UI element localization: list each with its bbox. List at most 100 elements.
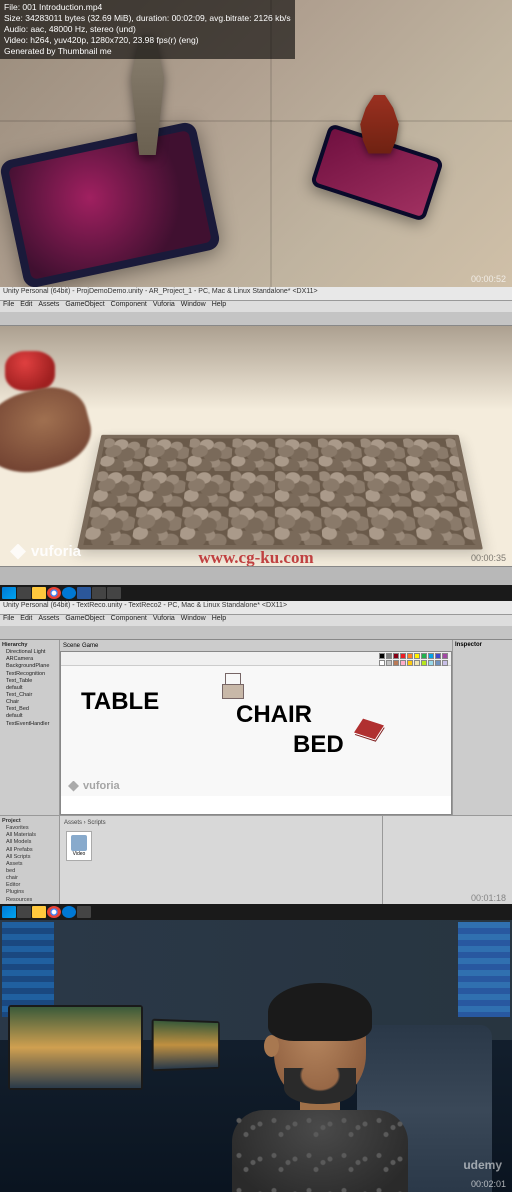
menu-edit[interactable]: Edit xyxy=(20,301,32,312)
project-item[interactable]: All Prefabs xyxy=(2,847,57,854)
hierarchy-item[interactable]: Chair xyxy=(2,699,57,706)
explorer-icon[interactable] xyxy=(32,906,46,918)
menu-assets[interactable]: Assets xyxy=(38,301,59,312)
vuforia-icon xyxy=(10,544,26,560)
windows-taskbar[interactable] xyxy=(0,585,512,601)
paint-canvas: TABLE CHAIR BED vuforia xyxy=(61,666,451,796)
color-swatch[interactable] xyxy=(379,653,385,659)
menu-edit[interactable]: Edit xyxy=(20,615,32,626)
windows-taskbar[interactable] xyxy=(0,904,512,920)
scene-area: Scene Game TABLE CHAIR BED xyxy=(60,640,452,815)
color-swatch[interactable] xyxy=(421,653,427,659)
menu-file[interactable]: File xyxy=(3,615,14,626)
unity-toolbar[interactable] xyxy=(0,312,512,326)
video-frame-3: Unity Personal (64bit) - TextReco.unity … xyxy=(0,585,512,904)
project-item[interactable]: All Scripts xyxy=(2,854,57,861)
menu-help[interactable]: Help xyxy=(212,615,226,626)
tablet-device xyxy=(0,121,221,287)
unity-statusbar xyxy=(0,566,512,585)
unity-toolbar[interactable] xyxy=(0,626,512,640)
project-item[interactable]: All Materials xyxy=(2,832,57,839)
hierarchy-item[interactable]: ARCamera xyxy=(2,656,57,663)
color-palette[interactable] xyxy=(379,653,448,664)
hierarchy-item[interactable]: TextRecognition xyxy=(2,671,57,678)
menu-window[interactable]: Window xyxy=(181,301,206,312)
asset-item[interactable]: Video xyxy=(66,831,92,861)
color-swatch[interactable] xyxy=(428,653,434,659)
search-icon[interactable] xyxy=(17,587,31,599)
menu-vuforia[interactable]: Vuforia xyxy=(153,301,175,312)
color-swatch[interactable] xyxy=(407,653,413,659)
hierarchy-panel[interactable]: Hierarchy Directional Light ARCamera Bac… xyxy=(0,640,60,815)
text-table: TABLE xyxy=(81,688,159,716)
color-swatch[interactable] xyxy=(393,653,399,659)
tab-scene[interactable]: Scene xyxy=(63,643,80,649)
menu-component[interactable]: Component xyxy=(111,301,147,312)
vuforia-logo: vuforia xyxy=(10,543,81,560)
project-item[interactable]: Favorites xyxy=(2,825,57,832)
color-swatch[interactable] xyxy=(435,653,441,659)
ar-bed-model xyxy=(354,719,384,740)
hierarchy-item[interactable]: Text_Table xyxy=(2,678,57,685)
metadata-generated: Generated by Thumbnail me xyxy=(4,46,291,57)
edge-icon[interactable] xyxy=(62,906,76,918)
tab-game[interactable]: Game xyxy=(82,643,98,649)
project-item[interactable]: All Models xyxy=(2,839,57,846)
chrome-icon[interactable] xyxy=(47,906,61,918)
explorer-icon[interactable] xyxy=(32,587,46,599)
unity-game-view[interactable]: vuforia www.cg-ku.com xyxy=(0,326,512,566)
unity-menubar[interactable]: File Edit Assets GameObject Component Vu… xyxy=(0,615,512,626)
udemy-logo: udemy xyxy=(463,1158,502,1172)
ar-character-red xyxy=(352,95,407,160)
unity-menubar[interactable]: File Edit Assets GameObject Component Vu… xyxy=(0,301,512,312)
color-swatch[interactable] xyxy=(400,653,406,659)
metadata-video: Video: h264, yuv420p, 1280x720, 23.98 fp… xyxy=(4,35,291,46)
project-item[interactable]: Plugins xyxy=(2,889,57,896)
project-item[interactable]: bed xyxy=(2,868,57,875)
unity-titlebar: Unity Personal (64bit) - ProjDemoDemo.un… xyxy=(0,287,512,301)
hierarchy-item[interactable]: Text_Bed xyxy=(2,706,57,713)
project-item[interactable]: Editor xyxy=(2,882,57,889)
paint-ribbon xyxy=(61,652,451,666)
taskbar-app-icon[interactable] xyxy=(77,906,91,918)
edge-icon[interactable] xyxy=(62,587,76,599)
menu-file[interactable]: File xyxy=(3,301,14,312)
hierarchy-item[interactable]: BackgroundPlane xyxy=(2,663,57,670)
hierarchy-item[interactable]: default xyxy=(2,713,57,720)
timestamp: 00:01:18 xyxy=(471,893,506,903)
hierarchy-item[interactable]: default xyxy=(2,685,57,692)
inspector-panel[interactable]: Inspector xyxy=(452,640,512,815)
scene-toolbar[interactable]: Scene Game xyxy=(60,640,452,651)
project-item[interactable]: Resources xyxy=(2,897,57,904)
hierarchy-item[interactable]: Text_Chair xyxy=(2,692,57,699)
hierarchy-item[interactable]: Directional Light xyxy=(2,649,57,656)
color-swatch[interactable] xyxy=(442,653,448,659)
monitor-left xyxy=(8,1005,143,1090)
menu-help[interactable]: Help xyxy=(212,301,226,312)
color-swatch[interactable] xyxy=(414,653,420,659)
hierarchy-item[interactable]: TextEventHandler xyxy=(2,721,57,728)
color-swatch[interactable] xyxy=(386,653,392,659)
menu-assets[interactable]: Assets xyxy=(38,615,59,626)
start-button-icon[interactable] xyxy=(2,587,16,599)
menu-vuforia[interactable]: Vuforia xyxy=(153,615,175,626)
taskbar-app-icon[interactable] xyxy=(92,587,106,599)
timestamp: 00:00:35 xyxy=(471,553,506,563)
inspector-header: Inspector xyxy=(455,642,510,648)
menu-component[interactable]: Component xyxy=(111,615,147,626)
presenter xyxy=(220,990,420,1192)
project-item[interactable]: Assets xyxy=(2,861,57,868)
project-header: Project xyxy=(2,818,57,825)
game-view-content[interactable]: TABLE CHAIR BED vuforia xyxy=(60,651,452,815)
menu-gameobject[interactable]: GameObject xyxy=(65,301,104,312)
project-item[interactable]: chair xyxy=(2,875,57,882)
taskbar-app-icon[interactable] xyxy=(107,587,121,599)
word-icon[interactable] xyxy=(77,587,91,599)
menu-gameobject[interactable]: GameObject xyxy=(65,615,104,626)
chrome-icon[interactable] xyxy=(47,587,61,599)
menu-window[interactable]: Window xyxy=(181,615,206,626)
project-breadcrumb[interactable]: Assets › Scripts xyxy=(64,820,378,826)
start-button-icon[interactable] xyxy=(2,906,16,918)
acoustic-panel xyxy=(458,922,510,1017)
search-icon[interactable] xyxy=(17,906,31,918)
